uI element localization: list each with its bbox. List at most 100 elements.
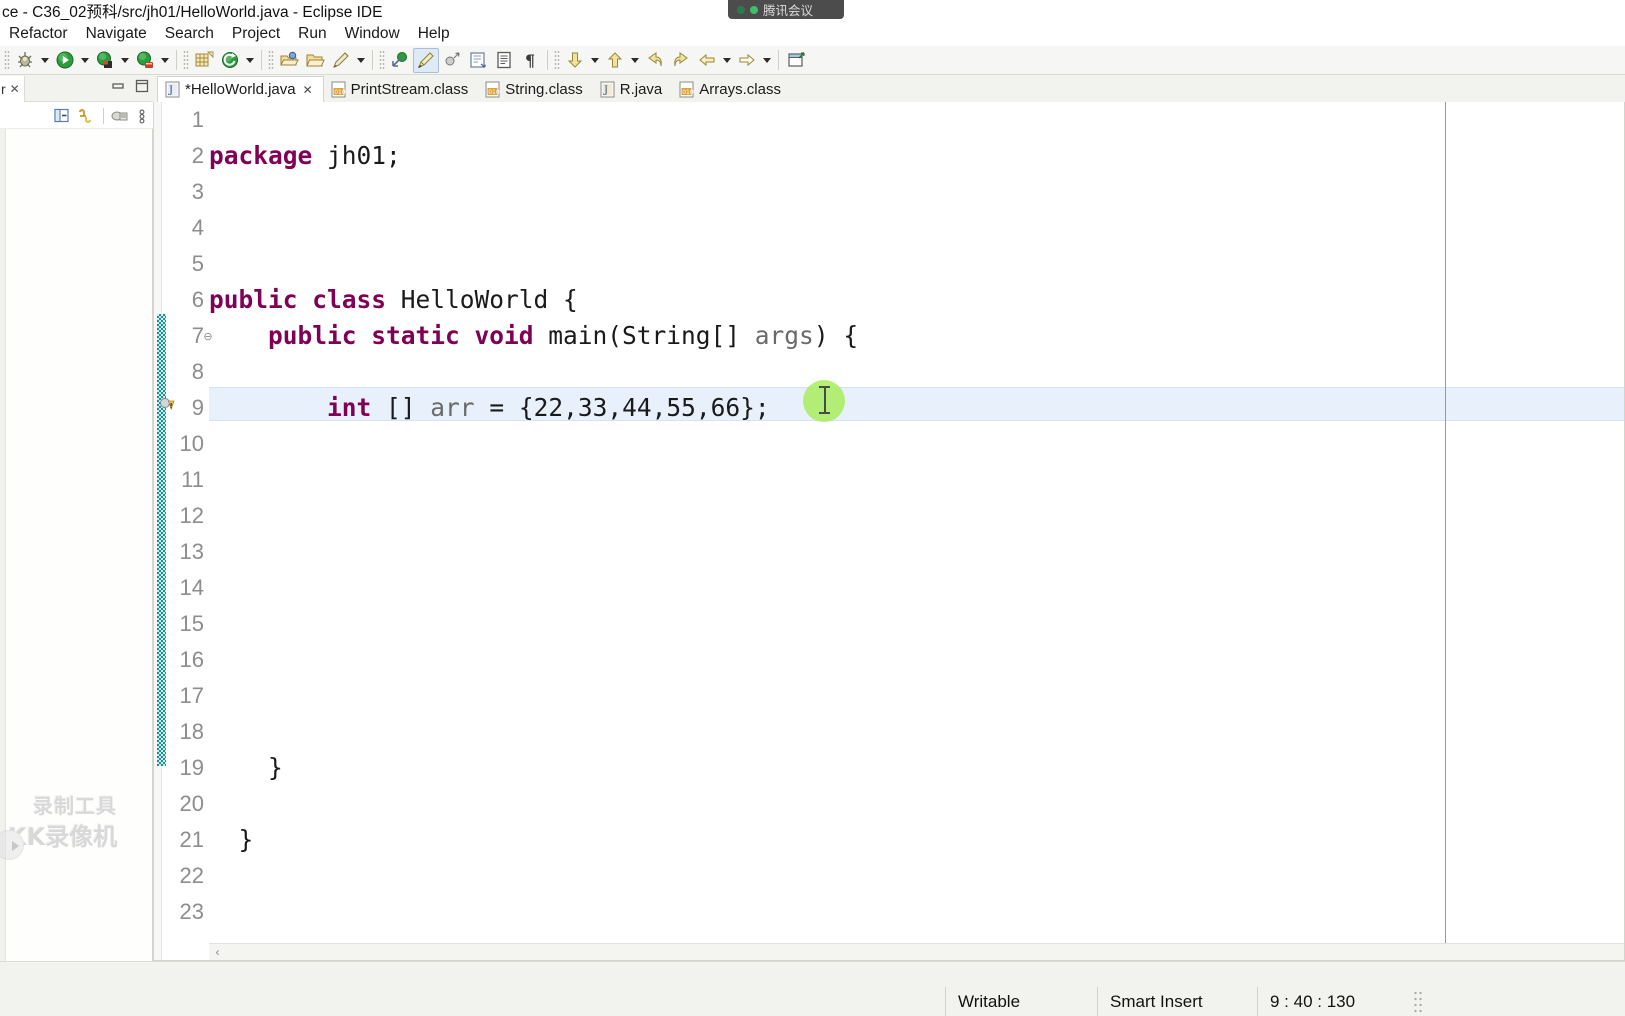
- status-bar-cells: Writable Smart Insert 9 : 40 : 130: [0, 987, 1625, 1016]
- line-number: 18: [179, 719, 204, 744]
- editor-tab-printstream-class[interactable]: 010 PrintStream.class: [324, 76, 479, 102]
- menu-run[interactable]: Run: [289, 22, 335, 46]
- toolbar-grip-4[interactable]: [379, 50, 385, 70]
- debug-bug-icon: [18, 52, 32, 68]
- debug-dropdown-arrow[interactable]: [38, 48, 52, 73]
- code-editor[interactable]: 1 2 3 4 5 6 7 8 9 10 11 12 13 14 15 16 1…: [153, 102, 1625, 961]
- debug-button[interactable]: [12, 48, 38, 73]
- back-button[interactable]: [642, 48, 668, 73]
- arrow-right-outline-icon: [739, 53, 755, 67]
- editor-tab-label: Arrays.class: [699, 80, 781, 98]
- new-class-button[interactable]: [439, 48, 465, 73]
- toolbar-grip[interactable]: [4, 50, 10, 70]
- menu-search[interactable]: Search: [156, 22, 223, 46]
- editor-tab-r-java[interactable]: J R.java: [593, 76, 673, 102]
- show-line-icon-button[interactable]: [491, 48, 517, 73]
- toolbar-separator-3: [372, 50, 373, 70]
- open-type-icon: [280, 51, 299, 66]
- new-java-package-button[interactable]: [191, 48, 217, 73]
- focus-on-active-task-icon[interactable]: [110, 107, 130, 125]
- line-number: 3: [191, 179, 204, 204]
- code-line-current: int [] arr = {22,33,44,55,66};: [327, 393, 770, 422]
- open-task-button[interactable]: [302, 48, 328, 73]
- scroll-left-arrow-icon[interactable]: ‹: [209, 944, 226, 961]
- previous-edit-dropdown-arrow[interactable]: [720, 48, 734, 73]
- open-perspective-button[interactable]: [783, 48, 809, 73]
- package-explorer-left-edge: [0, 129, 6, 961]
- toggle-mark-occurrences-button[interactable]: [413, 47, 439, 73]
- menu-navigate[interactable]: Navigate: [77, 22, 156, 46]
- close-icon[interactable]: ✕: [10, 82, 20, 96]
- svg-text:010: 010: [682, 89, 694, 96]
- status-bar-grip[interactable]: [1413, 989, 1423, 1014]
- search-dropdown-arrow[interactable]: [354, 48, 368, 73]
- close-icon[interactable]: ✕: [303, 83, 313, 97]
- run-button[interactable]: [52, 48, 78, 73]
- view-menu-icon[interactable]: [136, 107, 148, 125]
- menu-window[interactable]: Window: [336, 22, 409, 46]
- package-explorer-tree[interactable]: [0, 129, 153, 961]
- skip-breakpoints-button[interactable]: [387, 48, 413, 73]
- menu-bar: Refactor Navigate Search Project Run Win…: [0, 22, 1625, 46]
- run-dropdown-arrow[interactable]: [78, 48, 92, 73]
- previous-annotation-button[interactable]: [602, 48, 628, 73]
- toolbar-grip-2[interactable]: [183, 50, 189, 70]
- toolbar-grip-5[interactable]: [554, 50, 560, 70]
- arrow-up-icon: [607, 52, 623, 68]
- menu-project[interactable]: Project: [223, 22, 289, 46]
- java-file-icon: J: [600, 81, 615, 97]
- next-edit-button[interactable]: [734, 48, 760, 73]
- new-package-icon: [195, 51, 214, 67]
- run-play-icon: [56, 51, 74, 69]
- editor-tab-arrays-class[interactable]: 010 Arrays.class: [672, 76, 791, 102]
- next-edit-dropdown-arrow[interactable]: [760, 48, 774, 73]
- line-number: 5: [191, 251, 204, 276]
- show-pilcrow-button[interactable]: ¶: [517, 48, 543, 73]
- window-title: ce - C36_02预科/src/jh01/HelloWorld.java -…: [2, 4, 383, 21]
- editor-horizontal-scrollbar[interactable]: ‹: [209, 943, 1624, 960]
- previous-annotation-dropdown-arrow[interactable]: [628, 48, 642, 73]
- arrow-right-yellow-icon: [674, 52, 688, 67]
- class-file-icon: 010: [485, 81, 500, 97]
- show-whitespace-button[interactable]: [465, 48, 491, 73]
- status-writable: Writable: [945, 987, 1097, 1016]
- coverage-dropdown-arrow[interactable]: [118, 48, 132, 73]
- line-number: 8: [191, 359, 204, 384]
- editor-tab-string-class[interactable]: 010 String.class: [478, 76, 593, 102]
- minimize-icon[interactable]: [110, 79, 126, 93]
- link-with-editor-icon[interactable]: [77, 107, 97, 125]
- package-explorer-tab[interactable]: r ✕: [0, 75, 25, 102]
- profile-dropdown-arrow[interactable]: [158, 48, 172, 73]
- line-number: 9: [191, 395, 204, 420]
- forward-button[interactable]: [668, 48, 694, 73]
- external-tools-dropdown-arrow[interactable]: [243, 48, 257, 73]
- toolbar-grip-3[interactable]: [268, 50, 274, 70]
- class-file-icon: 010: [331, 81, 346, 97]
- editor-tab-bar: J *HelloWorld.java ✕ 010 PrintStream.cla…: [153, 76, 1625, 102]
- search-button[interactable]: [328, 48, 354, 73]
- maximize-icon[interactable]: [134, 79, 150, 93]
- tencent-meeting-overlay[interactable]: 腾讯会议: [728, 0, 844, 19]
- menu-refactor[interactable]: Refactor: [0, 22, 77, 46]
- collapse-all-icon[interactable]: [53, 107, 71, 125]
- open-type-button[interactable]: [276, 48, 302, 73]
- previous-edit-button[interactable]: [694, 48, 720, 73]
- line-number: 4: [191, 215, 204, 240]
- profile-button[interactable]: [132, 48, 158, 73]
- menu-help[interactable]: Help: [409, 22, 459, 46]
- line-number: 11: [181, 467, 204, 492]
- code-text[interactable]: package jh01; public class HelloWorld { …: [209, 102, 1624, 960]
- next-annotation-button[interactable]: [562, 48, 588, 73]
- external-tools-button[interactable]: [217, 48, 243, 73]
- line-number: 16: [179, 647, 204, 672]
- editor-tab-helloworld-java[interactable]: J *HelloWorld.java ✕: [157, 76, 324, 102]
- warning-marker-icon[interactable]: [159, 396, 175, 412]
- coverage-button[interactable]: [92, 48, 118, 73]
- next-annotation-dropdown-arrow[interactable]: [588, 48, 602, 73]
